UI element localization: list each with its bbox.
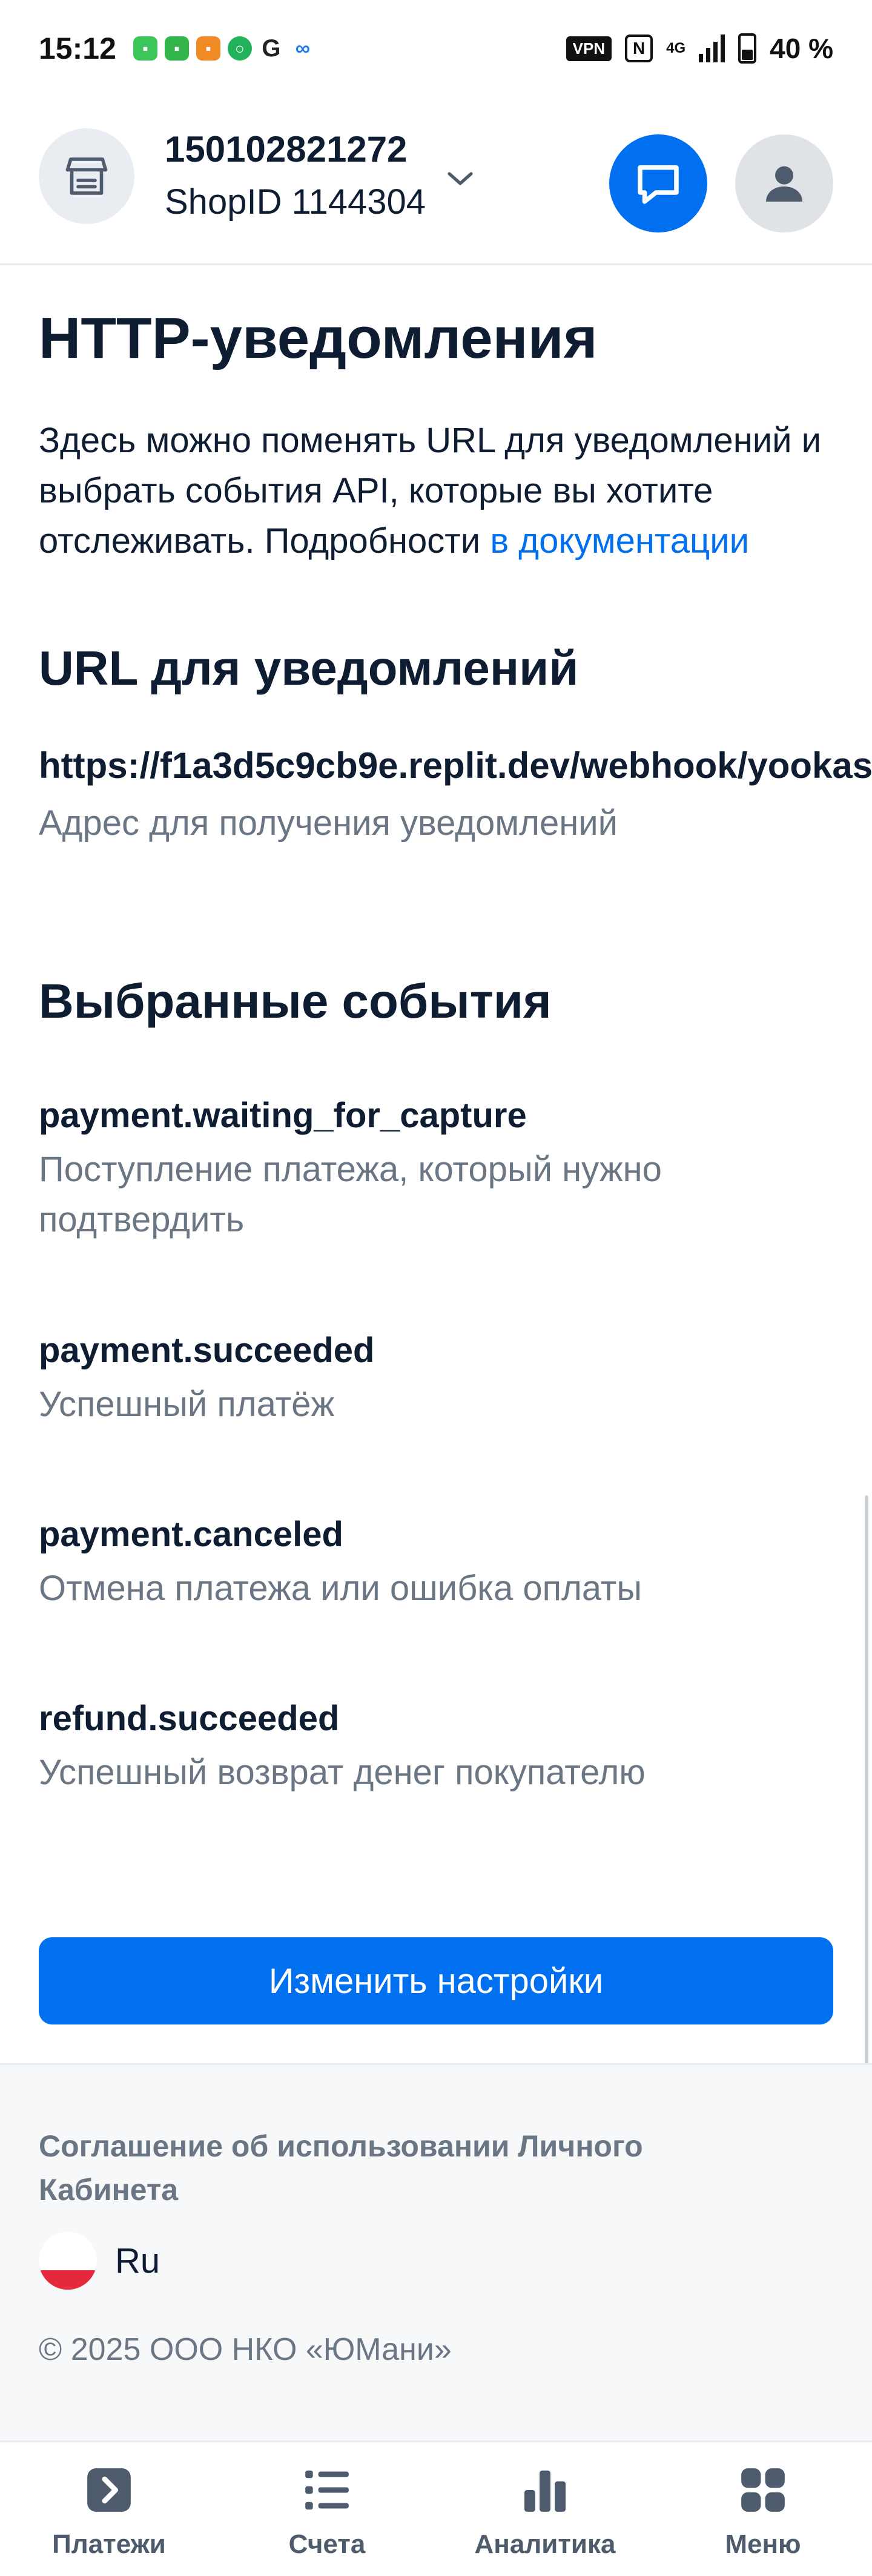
finance-app-icon: ▪ [164, 36, 189, 61]
nav-label: Меню [725, 2529, 801, 2559]
network-type: 4G [666, 40, 686, 56]
documentation-link[interactable]: в документации [490, 521, 749, 561]
page-title: HTTP-уведомления [39, 306, 598, 371]
cloud-app-icon: ∞ [295, 36, 311, 60]
battery-icon [738, 33, 757, 64]
intro-text: Здесь можно поменять URL для уведомлений… [39, 415, 832, 566]
agreement-link[interactable]: Соглашение об использовании Личного Каби… [39, 2124, 705, 2212]
nav-label: Счета [288, 2529, 366, 2559]
edit-settings-button[interactable]: Изменить настройки [39, 1937, 833, 2024]
nav-payments[interactable]: Платежи [0, 2442, 218, 2576]
language-selector[interactable]: Ru [39, 2232, 160, 2290]
event-item: refund.succeeded Успешный возврат денег … [39, 1698, 826, 1797]
support-chat-button[interactable] [609, 134, 707, 232]
user-icon [766, 166, 802, 202]
event-name: payment.waiting_for_capture [39, 1096, 527, 1135]
vpn-indicator: VPN [566, 36, 612, 61]
system-indicators: VPN N 4G 40 % [566, 32, 833, 65]
russia-flag-icon [39, 2232, 97, 2290]
nav-invoices[interactable]: Счета [218, 2442, 436, 2576]
chat-bubble-icon [638, 165, 679, 204]
event-item: payment.canceled Отмена платежа или ошиб… [39, 1514, 826, 1613]
analytics-icon [519, 2464, 571, 2516]
shop-number[interactable]: 150102821272 [165, 128, 407, 170]
shop-avatar[interactable] [39, 128, 134, 224]
event-description: Отмена платежа или ошибка оплаты [39, 1569, 642, 1608]
webhook-url: https://f1a3d5c9cb9e.replit.dev/webhook/… [39, 745, 872, 786]
page: 15:12 ▪ ▪ ▪ ○ G ∞ VPN N 4G 40 % 15010282… [0, 0, 872, 2576]
event-name: payment.canceled [39, 1515, 343, 1554]
nfc-icon: N [625, 35, 653, 62]
event-name: payment.succeeded [39, 1331, 375, 1370]
event-description: Успешный платёж [39, 1385, 335, 1424]
messages-app-icon: ▪ [133, 36, 157, 61]
battery-level: 40 % [770, 33, 833, 64]
google-icon: G [262, 35, 281, 62]
bottom-nav: Платежи Счета Аналитика Меню [0, 2440, 872, 2576]
nav-analytics[interactable]: Аналитика [436, 2442, 654, 2576]
app-header: 150102821272 ShopID 1144304 [0, 97, 872, 265]
webhook-url-hint: Адрес для получения уведомлений [39, 803, 618, 843]
event-description: Поступление платежа, который нужно подтв… [39, 1150, 662, 1239]
signal-icon [699, 35, 725, 62]
profile-button[interactable] [735, 134, 833, 232]
status-bar: 15:12 ▪ ▪ ▪ ○ G ∞ VPN N 4G 40 % [0, 0, 872, 97]
event-item: payment.waiting_for_capture Поступление … [39, 1095, 826, 1245]
marketplace-app-icon: ▪ [196, 36, 220, 61]
copyright: © 2025 ООО НКО «ЮМани» [39, 2332, 452, 2367]
chat-app-icon: ○ [227, 36, 252, 61]
store-icon [65, 157, 108, 195]
url-section-title: URL для уведомлений [39, 641, 579, 695]
status-time: 15:12 [39, 31, 116, 65]
event-description: Успешный возврат денег покупателю [39, 1753, 646, 1792]
menu-icon [737, 2464, 789, 2516]
invoices-icon [301, 2464, 353, 2516]
shop-id-label[interactable]: ShopID 1144304 [165, 182, 426, 222]
chevron-down-icon[interactable] [442, 163, 478, 194]
event-name: refund.succeeded [39, 1699, 340, 1738]
payments-icon [83, 2464, 135, 2516]
nav-menu[interactable]: Меню [654, 2442, 872, 2576]
language-label: Ru [115, 2241, 160, 2281]
notification-icons: ▪ ▪ ▪ ○ G ∞ [133, 35, 315, 62]
nav-label: Платежи [52, 2529, 166, 2559]
event-item: payment.succeeded Успешный платёж [39, 1329, 826, 1429]
events-section-title: Выбранные события [39, 974, 552, 1028]
footer: Соглашение об использовании Личного Каби… [0, 2065, 872, 2440]
nav-label: Аналитика [474, 2529, 616, 2559]
